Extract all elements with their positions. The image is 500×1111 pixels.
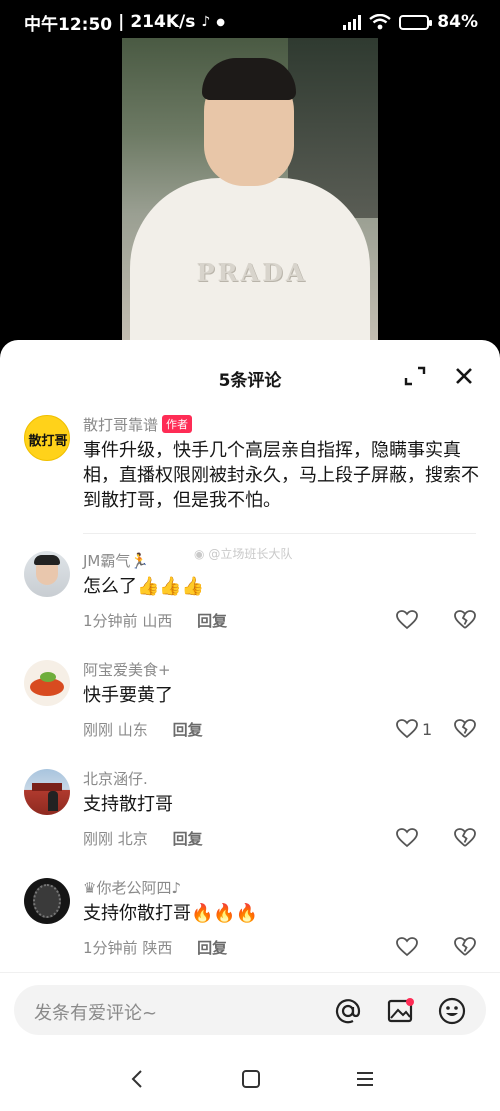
home-icon[interactable] xyxy=(240,1068,262,1090)
comment-username[interactable]: JM霸气🏃 xyxy=(83,550,149,571)
video-preview[interactable]: PRADA xyxy=(122,38,378,358)
comment-location: 山东 xyxy=(117,721,148,739)
divider xyxy=(83,533,476,534)
avatar-tattoo-head xyxy=(33,884,61,918)
heart-icon xyxy=(396,610,418,630)
avatar[interactable]: 散打哥 xyxy=(24,415,70,461)
reply-button[interactable]: 回复 xyxy=(197,612,227,630)
heart-icon xyxy=(396,937,418,957)
comment-meta: 1分钟前 山西 回复 xyxy=(83,610,227,631)
comment-text: 支持你散打哥🔥🔥🔥 xyxy=(83,903,259,924)
comment-location: 北京 xyxy=(117,830,148,848)
comment-username-row: 散打哥靠谱 作者 xyxy=(83,414,193,435)
comment-text: 支持散打哥 xyxy=(83,794,173,815)
like-button[interactable] xyxy=(396,828,418,848)
avatar-label: 散打哥 xyxy=(28,434,68,449)
video-person-hair xyxy=(202,58,296,100)
comment-meta: 刚刚 北京 回复 xyxy=(83,828,203,849)
comments-sheet: 5条评论 散打哥 散打哥靠谱 作者 事件升级，快手几个高层亲自指挥，隐瞒事实真相，… xyxy=(0,340,500,1111)
dot-icon: ● xyxy=(216,16,226,28)
status-separator: | xyxy=(118,12,125,32)
battery-percent: 84% xyxy=(437,12,478,32)
comment-meta: 1分钟前 陕西 回复 xyxy=(83,937,227,958)
avatar-food-garnish xyxy=(40,672,56,682)
comment-location: 山西 xyxy=(142,612,173,630)
divider xyxy=(0,972,500,973)
like-button[interactable] xyxy=(396,937,418,957)
avatar[interactable] xyxy=(24,878,70,924)
like-button[interactable] xyxy=(396,610,418,630)
broken-heart-icon[interactable] xyxy=(454,937,476,957)
close-icon[interactable] xyxy=(454,366,474,386)
comment-username[interactable]: 阿宝爱美食+ xyxy=(83,659,171,680)
comment-time: 1分钟前 xyxy=(83,939,138,957)
comment-time: 1分钟前 xyxy=(83,612,138,630)
comment-time: 刚刚 xyxy=(83,721,114,739)
signal-icon xyxy=(343,14,362,30)
at-mention-icon[interactable] xyxy=(334,997,362,1025)
tiktok-icon: ♪ xyxy=(201,14,211,30)
expand-icon[interactable] xyxy=(404,366,426,386)
notification-dot xyxy=(406,998,414,1006)
comment-time: 刚刚 xyxy=(83,830,114,848)
network-speed: 214K/s xyxy=(130,12,196,32)
avatar[interactable] xyxy=(24,769,70,815)
status-time: 中午12:50 xyxy=(24,14,113,35)
avatar[interactable] xyxy=(24,551,70,597)
reply-button[interactable]: 回复 xyxy=(173,830,203,848)
comment-text: 事件升级，快手几个高层亲自指挥，隐瞒事实真相，直播权限刚被封永久，马上段子屏蔽，… xyxy=(83,440,479,511)
heart-icon xyxy=(396,719,418,739)
comment-input[interactable]: 发条有爱评论~ xyxy=(14,985,486,1035)
heart-icon xyxy=(396,828,418,848)
avatar-gate-roof xyxy=(32,783,62,791)
comment-text: 怎么了👍👍👍 xyxy=(83,576,205,597)
image-icon[interactable] xyxy=(387,997,415,1025)
avatar-hair xyxy=(34,555,60,565)
watermark: ◉ @立场班长大队 xyxy=(194,545,292,562)
comment-text: 快手要黄了 xyxy=(83,685,173,706)
battery-icon xyxy=(399,14,433,30)
like-count: 1 xyxy=(422,719,433,739)
reply-button[interactable]: 回复 xyxy=(197,939,227,957)
system-nav-bar xyxy=(0,1048,500,1111)
comment-username[interactable]: 散打哥靠谱 xyxy=(83,416,158,434)
like-button[interactable]: 1 xyxy=(396,719,432,739)
broken-heart-icon[interactable] xyxy=(454,610,476,630)
comment-username[interactable]: ♛你老公阿四♪ xyxy=(83,877,181,898)
comment-username[interactable]: 北京涵仔. xyxy=(83,768,148,789)
comment-meta: 刚刚 山东 回复 xyxy=(83,719,203,740)
broken-heart-icon[interactable] xyxy=(454,719,476,739)
broken-heart-icon[interactable] xyxy=(454,828,476,848)
emoji-icon[interactable] xyxy=(438,997,466,1025)
comment-location: 陕西 xyxy=(142,939,173,957)
wifi-icon xyxy=(369,14,392,30)
author-badge: 作者 xyxy=(162,415,193,433)
shirt-logo: PRADA xyxy=(196,258,308,287)
avatar-person xyxy=(48,791,58,811)
avatar[interactable] xyxy=(24,660,70,706)
comment-input-placeholder: 发条有爱评论~ xyxy=(34,1003,158,1024)
menu-icon[interactable] xyxy=(354,1068,376,1090)
weibo-icon: ◉ xyxy=(194,547,205,561)
back-icon[interactable] xyxy=(127,1068,149,1090)
watermark-text: @立场班长大队 xyxy=(208,547,293,561)
reply-button[interactable]: 回复 xyxy=(173,721,203,739)
